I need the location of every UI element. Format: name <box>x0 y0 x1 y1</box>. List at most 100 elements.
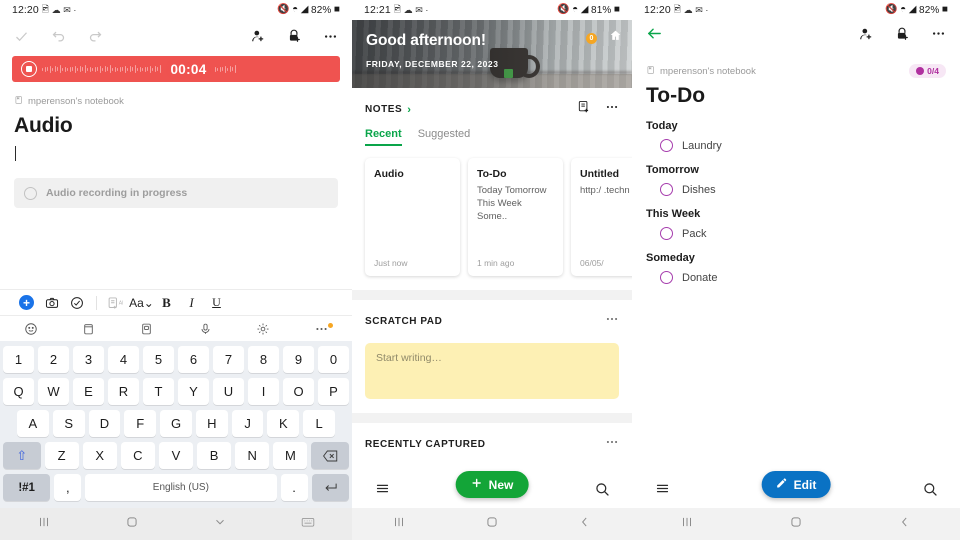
more-icon[interactable] <box>309 322 334 336</box>
key-2[interactable]: 2 <box>38 346 69 373</box>
lock-add-icon[interactable] <box>895 27 909 46</box>
checkbox-icon[interactable] <box>660 227 673 240</box>
undo-icon[interactable] <box>51 29 66 44</box>
key-A[interactable]: A <box>16 410 49 437</box>
text-format-icon[interactable]: Aa⌄ <box>129 296 154 310</box>
settings-icon[interactable] <box>251 322 276 336</box>
notification-badge[interactable]: 0 <box>586 32 597 44</box>
todo-item[interactable]: Pack <box>646 220 946 240</box>
share-person-icon[interactable] <box>251 29 265 43</box>
edit-fab[interactable]: Edit <box>761 471 831 498</box>
key-4[interactable]: 4 <box>108 346 139 373</box>
key-E[interactable]: E <box>73 378 104 405</box>
key-Q[interactable]: Q <box>3 378 34 405</box>
more-icon[interactable] <box>605 100 619 119</box>
hamburger-menu-icon[interactable] <box>654 481 671 501</box>
home-icon[interactable] <box>789 515 803 534</box>
back-icon[interactable] <box>898 515 912 534</box>
hamburger-menu-icon[interactable] <box>374 481 391 501</box>
checkbox-icon[interactable] <box>660 183 673 196</box>
scratch-pad-input[interactable]: Start writing… <box>365 343 619 399</box>
sticker-icon[interactable] <box>134 322 159 336</box>
key-5[interactable]: 5 <box>143 346 174 373</box>
checkbox-icon[interactable] <box>64 296 89 310</box>
note-card[interactable]: To-Do Today Tomorrow This Week Some.. 1 … <box>468 158 563 276</box>
key-F[interactable]: F <box>124 410 157 437</box>
note-card[interactable]: Untitled http:/ .techn 06/05/ <box>571 158 632 276</box>
key-M[interactable]: M <box>273 442 308 469</box>
key-6[interactable]: 6 <box>178 346 209 373</box>
key-0[interactable]: 0 <box>318 346 349 373</box>
hide-keyboard-icon[interactable] <box>213 515 227 534</box>
check-icon[interactable] <box>14 29 29 44</box>
underline-button[interactable]: U <box>204 295 229 310</box>
tab-suggested[interactable]: Suggested <box>418 128 471 146</box>
key-P[interactable]: P <box>318 378 349 405</box>
camera-icon[interactable] <box>39 296 64 310</box>
more-icon[interactable] <box>931 26 946 46</box>
audio-recording-chip[interactable]: Audio recording in progress <box>14 178 338 208</box>
microphone-icon[interactable] <box>193 322 218 336</box>
checkbox-icon[interactable] <box>660 271 673 284</box>
home-icon[interactable] <box>485 515 499 534</box>
period-key[interactable]: . <box>280 474 308 501</box>
recents-icon[interactable] <box>680 515 694 534</box>
progress-badge[interactable]: 0/4 <box>909 64 946 78</box>
key-Z[interactable]: Z <box>44 442 79 469</box>
key-I[interactable]: I <box>248 378 279 405</box>
ai-note-icon[interactable]: AI <box>104 296 129 310</box>
key-O[interactable]: O <box>283 378 314 405</box>
more-icon[interactable] <box>605 312 619 331</box>
chevron-right-icon[interactable]: › <box>407 104 411 116</box>
back-icon[interactable] <box>578 515 592 534</box>
key-S[interactable]: S <box>52 410 85 437</box>
key-N[interactable]: N <box>235 442 270 469</box>
tab-recent[interactable]: Recent <box>365 128 402 146</box>
search-icon[interactable] <box>594 481 610 502</box>
back-arrow-icon[interactable] <box>646 25 663 47</box>
new-note-icon[interactable] <box>577 100 591 119</box>
key-7[interactable]: 7 <box>213 346 244 373</box>
backspace-key[interactable] <box>311 442 350 469</box>
todo-item[interactable]: Dishes <box>646 176 946 196</box>
key-3[interactable]: 3 <box>73 346 104 373</box>
search-icon[interactable] <box>922 481 938 502</box>
note-body-input[interactable] <box>0 138 352 166</box>
home-icon[interactable] <box>125 515 139 534</box>
key-U[interactable]: U <box>213 378 244 405</box>
shift-key[interactable]: ⇧ <box>3 442 41 469</box>
space-key[interactable]: English (US) <box>85 474 277 501</box>
key-B[interactable]: B <box>197 442 232 469</box>
lock-add-icon[interactable] <box>287 29 301 43</box>
clipboard-icon[interactable] <box>76 322 101 336</box>
checkbox-icon[interactable] <box>660 139 673 152</box>
recents-icon[interactable] <box>392 515 406 534</box>
new-note-fab[interactable]: New <box>455 471 529 498</box>
emoji-icon[interactable] <box>18 322 43 336</box>
share-person-icon[interactable] <box>859 27 873 46</box>
comma-key[interactable]: , <box>54 474 82 501</box>
redo-icon[interactable] <box>88 29 103 44</box>
key-T[interactable]: T <box>143 378 174 405</box>
key-L[interactable]: L <box>303 410 336 437</box>
more-icon[interactable] <box>605 435 619 454</box>
key-8[interactable]: 8 <box>248 346 279 373</box>
key-W[interactable]: W <box>38 378 69 405</box>
key-H[interactable]: H <box>195 410 228 437</box>
add-icon[interactable]: + <box>14 295 39 310</box>
notebook-breadcrumb[interactable]: mperenson's notebook <box>0 82 352 110</box>
todo-item[interactable]: Donate <box>646 264 946 284</box>
recents-icon[interactable] <box>37 515 51 534</box>
key-R[interactable]: R <box>108 378 139 405</box>
enter-key[interactable] <box>311 474 349 501</box>
key-K[interactable]: K <box>267 410 300 437</box>
todo-item[interactable]: Laundry <box>646 132 946 152</box>
key-V[interactable]: V <box>158 442 194 469</box>
key-X[interactable]: X <box>82 442 117 469</box>
note-title[interactable]: Audio <box>0 110 352 138</box>
italic-button[interactable]: I <box>179 295 204 311</box>
key-9[interactable]: 9 <box>283 346 314 373</box>
home-widget-icon[interactable] <box>609 29 622 47</box>
symbols-key[interactable]: !#1 <box>3 474 51 501</box>
notebook-breadcrumb[interactable]: mperenson's notebook 0/4 <box>632 52 960 80</box>
